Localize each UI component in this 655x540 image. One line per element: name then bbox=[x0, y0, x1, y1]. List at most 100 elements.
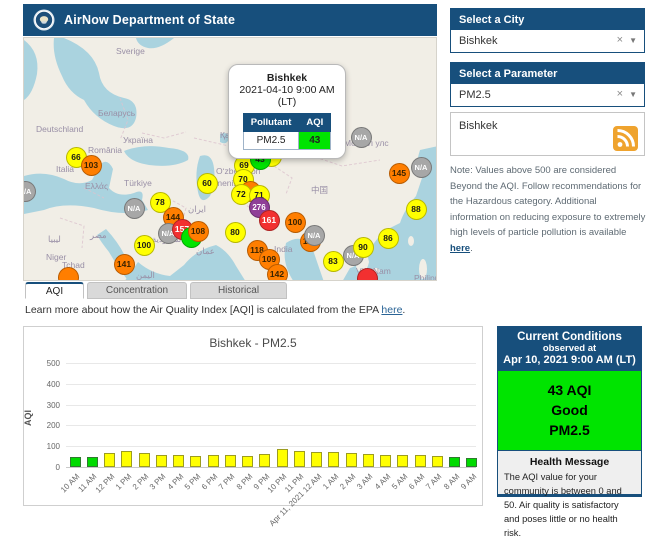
current-conditions-header: Current Conditions observed at Apr 10, 2… bbox=[498, 327, 641, 371]
tab-historical[interactable]: Historical bbox=[190, 282, 287, 299]
note-here-link[interactable]: here bbox=[450, 243, 470, 254]
health-message-title: Health Message bbox=[498, 456, 641, 468]
chart-y-tick: 400 bbox=[30, 380, 60, 389]
aqi-marker[interactable]: N/A bbox=[411, 157, 432, 178]
airnow-page: { "header": {"title": "AirNow Department… bbox=[0, 0, 655, 500]
popup-table: Pollutant AQI PM2.5 43 bbox=[243, 113, 332, 150]
city-select-value: Bishkek bbox=[459, 35, 498, 47]
aqi-marker[interactable]: N/A bbox=[304, 225, 325, 246]
observed-time: Apr 10, 2021 9:00 AM (LT) bbox=[500, 354, 639, 366]
chart-gridline bbox=[66, 405, 476, 406]
current-conditions-title: Current Conditions bbox=[500, 331, 639, 343]
aqi-marker[interactable]: 142 bbox=[267, 264, 288, 282]
popup-aqi-value: 43 bbox=[299, 132, 331, 150]
chart-bar[interactable] bbox=[208, 455, 219, 467]
parameter-select-panel: Select a Parameter PM2.5 × ▼ bbox=[450, 62, 645, 107]
aqi-summary-block: 43 AQI Good PM2.5 bbox=[498, 371, 641, 451]
aqi-marker[interactable]: 80 bbox=[225, 222, 246, 243]
aqi-marker[interactable]: 100 bbox=[134, 235, 155, 256]
chart-bar[interactable] bbox=[139, 453, 150, 467]
aqi-parameter-line: PM2.5 bbox=[498, 420, 641, 440]
observed-at-label: observed at bbox=[500, 343, 639, 354]
app-title: AirNow Department of State bbox=[64, 13, 235, 27]
view-tabs: AQIConcentrationHistorical bbox=[25, 282, 287, 299]
aqi-marker[interactable]: 141 bbox=[114, 254, 135, 275]
aqi-marker[interactable]: 103 bbox=[81, 155, 102, 176]
learn-more-here-link[interactable]: here bbox=[381, 304, 402, 316]
chart-bar[interactable] bbox=[70, 457, 81, 467]
popup-timezone: (LT) bbox=[233, 96, 341, 108]
city-select[interactable]: Bishkek × ▼ bbox=[451, 30, 644, 52]
aqi-marker[interactable]: 145 bbox=[389, 163, 410, 184]
aqi-category-line: Good bbox=[498, 400, 641, 420]
aqi-marker[interactable]: 60 bbox=[197, 173, 218, 194]
chart-bar[interactable] bbox=[87, 457, 98, 467]
parameter-select-value: PM2.5 bbox=[459, 89, 491, 101]
tab-aqi[interactable]: AQI bbox=[25, 282, 84, 299]
chart-y-tick: 0 bbox=[30, 463, 60, 472]
clear-city-icon[interactable]: × bbox=[617, 34, 623, 46]
aqi-marker[interactable]: 83 bbox=[323, 251, 344, 272]
chart-y-tick: 100 bbox=[30, 442, 60, 451]
aqi-marker[interactable]: 86 bbox=[378, 228, 399, 249]
city-select-panel: Select a City Bishkek ×▼ bbox=[450, 8, 645, 53]
chart-bar[interactable] bbox=[466, 458, 477, 467]
chart-bar[interactable] bbox=[173, 455, 184, 467]
parameter-select[interactable]: PM2.5 × ▼ bbox=[451, 84, 644, 106]
chart-gridline bbox=[66, 425, 476, 426]
chart-bar[interactable] bbox=[104, 453, 115, 467]
chart-bar[interactable] bbox=[277, 449, 288, 467]
chart-gridline bbox=[66, 384, 476, 385]
health-message-text: The AQI value for your community is betw… bbox=[498, 470, 641, 540]
chart-gridline bbox=[66, 467, 476, 468]
rss-feed-panel: Bishkek bbox=[450, 112, 645, 156]
aqi-marker[interactable] bbox=[58, 267, 79, 282]
chart-bar[interactable] bbox=[190, 456, 201, 467]
note-text-end: . bbox=[470, 243, 473, 254]
aqi-marker[interactable]: 88 bbox=[406, 199, 427, 220]
chart-bar[interactable] bbox=[294, 451, 305, 467]
tab-concentration[interactable]: Concentration bbox=[87, 282, 187, 299]
popup-city: Bishkek bbox=[233, 72, 341, 84]
clear-parameter-icon[interactable]: × bbox=[617, 88, 623, 100]
chart-y-tick: 200 bbox=[30, 421, 60, 430]
chart-bar[interactable] bbox=[380, 455, 391, 467]
chart-bar[interactable] bbox=[121, 451, 132, 467]
chart-bar[interactable] bbox=[397, 455, 408, 467]
app-header: AirNow Department of State bbox=[23, 4, 437, 36]
current-conditions-panel: Current Conditions observed at Apr 10, 2… bbox=[497, 326, 642, 497]
chart-title: Bishkek - PM2.5 bbox=[24, 336, 482, 350]
chart-bar[interactable] bbox=[225, 455, 236, 467]
popup-datetime: 2021-04-10 9:00 AM bbox=[233, 84, 341, 96]
learn-more-text: Learn more about how the Air Quality Ind… bbox=[25, 304, 381, 316]
aqi-value-line: 43 AQI bbox=[498, 380, 641, 400]
chart-bar[interactable] bbox=[449, 457, 460, 467]
chart-bar[interactable] bbox=[156, 455, 167, 467]
aqi-bar-chart: Bishkek - PM2.5 AQI 010020030040050010 A… bbox=[23, 326, 483, 506]
chart-bar[interactable] bbox=[363, 454, 374, 467]
chart-bar[interactable] bbox=[432, 456, 443, 467]
map-popup[interactable]: Bishkek 2021-04-10 9:00 AM (LT) Pollutan… bbox=[228, 64, 346, 159]
chevron-down-icon[interactable]: ▼ bbox=[629, 36, 637, 45]
chevron-down-icon[interactable]: ▼ bbox=[629, 90, 637, 99]
chart-bar[interactable] bbox=[242, 456, 253, 467]
chart-bar[interactable] bbox=[346, 453, 357, 467]
aqi-marker[interactable]: N/A bbox=[124, 198, 145, 219]
chart-y-tick: 500 bbox=[30, 359, 60, 368]
aqi-map[interactable]: SverigeБеларусьDeutschlandУкраїнаRomânia… bbox=[23, 37, 437, 281]
rss-icon[interactable] bbox=[613, 126, 638, 151]
chart-bar[interactable] bbox=[311, 452, 322, 467]
chart-gridline bbox=[66, 446, 476, 447]
aqi-marker[interactable]: N/A bbox=[351, 127, 372, 148]
aqi-marker[interactable]: 90 bbox=[353, 237, 374, 258]
parameter-select-header: Select a Parameter bbox=[451, 63, 644, 84]
note-text: Note: Values above 500 are considered Be… bbox=[450, 165, 645, 238]
chart-bar[interactable] bbox=[415, 455, 426, 467]
chart-bar[interactable] bbox=[259, 454, 270, 467]
beyond-aqi-note: Note: Values above 500 are considered Be… bbox=[450, 163, 646, 256]
aqi-marker[interactable]: 100 bbox=[285, 212, 306, 233]
chart-bar[interactable] bbox=[328, 452, 339, 467]
learn-more-line: Learn more about how the Air Quality Ind… bbox=[25, 304, 405, 316]
aqi-marker[interactable]: 161 bbox=[259, 210, 280, 231]
aqi-marker[interactable]: 108 bbox=[188, 221, 209, 242]
